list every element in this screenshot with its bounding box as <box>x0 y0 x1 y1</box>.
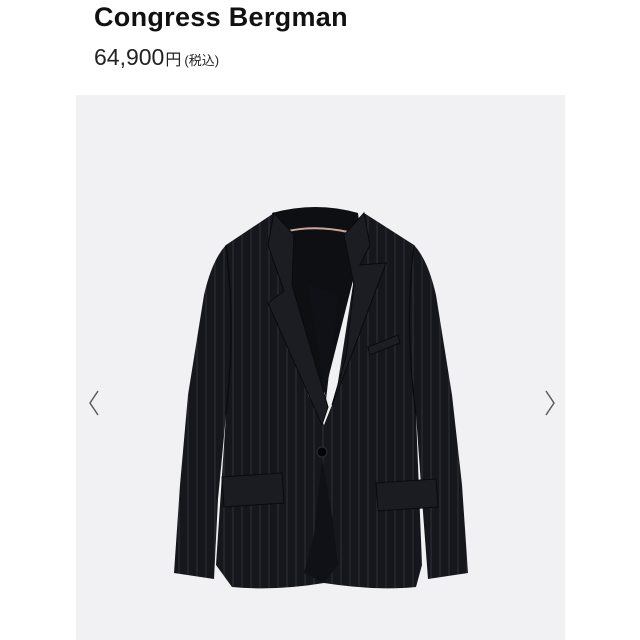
price-amount: 64,900 <box>94 44 165 70</box>
product-title: Congress Bergman <box>94 2 348 32</box>
product-image-frame[interactable] <box>76 95 565 640</box>
chevron-right-icon[interactable] <box>538 383 562 423</box>
jacket-photo <box>174 207 468 589</box>
chevron-left-icon[interactable] <box>82 383 106 423</box>
price-row: 64,900円 (税込) <box>94 44 219 71</box>
tax-note: (税込) <box>184 53 220 68</box>
product-page: Congress Bergman 64,900円 (税込) <box>0 0 640 640</box>
price-currency: 円 <box>165 52 182 69</box>
